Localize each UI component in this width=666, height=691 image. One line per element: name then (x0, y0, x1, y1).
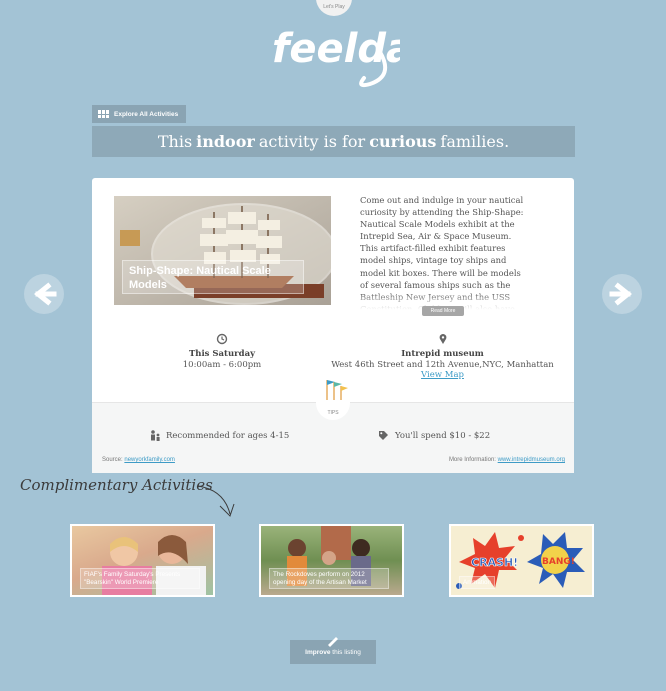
flags-icon (321, 378, 349, 402)
more-info-line: More Information: www.intrepidmuseum.org (449, 457, 565, 463)
activity-location: Intrepid museum West 46th Street and 12t… (325, 333, 560, 380)
lets-play-tab[interactable]: Let's Play (316, 0, 352, 16)
tip-age: Recommended for ages 4-15 (150, 430, 289, 442)
view-map-link[interactable]: View Map (421, 370, 464, 380)
logo-text: feelday (272, 26, 400, 72)
activity-time: This Saturday 10:00am - 6:00pm (170, 333, 274, 370)
tip-cost-text: You'll spend $10 - $22 (395, 430, 491, 441)
map-pin-icon (439, 334, 446, 344)
previous-activity-button[interactable] (24, 274, 64, 314)
activity-caption: FIAF's Family Saturday's Presents "Bears… (80, 568, 200, 589)
activity-title: Ship-Shape: Nautical Scale Models (122, 260, 304, 294)
next-activity-button[interactable] (602, 274, 642, 314)
improve-rest: this listing (332, 649, 361, 656)
tagline-audience: curious (369, 132, 437, 151)
activity-caption: The Rockdoves perform on 2012 opening da… (269, 568, 389, 589)
improve-bold: Improve (305, 649, 331, 656)
tagline-middle: activity is for (258, 132, 366, 151)
tagline-suffix: families. (440, 132, 510, 151)
tagline-prefix: This (157, 132, 193, 151)
complimentary-activity-card[interactable]: CRASH! BANG! Animation (449, 524, 594, 597)
feelday-logo[interactable]: feelday (268, 20, 440, 92)
location-address: West 46th Street and 12th Avenue,NYC, Ma… (331, 360, 554, 370)
tip-age-text: Recommended for ages 4-15 (166, 431, 290, 441)
family-icon (151, 430, 160, 441)
tip-cost: You'll spend $10 - $22 (378, 430, 490, 441)
complimentary-heading: Complimentary Activities (20, 462, 240, 522)
read-more-button[interactable]: Read More (422, 306, 464, 316)
price-tag-icon (379, 431, 388, 440)
explore-all-activities-button[interactable]: Explore All Activities (92, 105, 186, 123)
arrow-left-icon (33, 282, 57, 306)
activity-tagline: This indoor activity is for curious fami… (92, 126, 575, 157)
svg-text:BANG!: BANG! (542, 557, 575, 567)
complimentary-activity-card[interactable]: FIAF's Family Saturday's Presents "Bears… (70, 524, 215, 597)
activity-caption: Animation (459, 575, 496, 589)
tagline-activity-type: indoor (196, 132, 255, 151)
time-hours: 10:00am - 6:00pm (182, 360, 262, 370)
complimentary-heading-text: Complimentary Activities (20, 476, 213, 494)
complimentary-activity-card[interactable]: The Rockdoves perform on 2012 opening da… (259, 524, 404, 597)
clock-icon (216, 333, 228, 345)
arrow-right-icon (609, 282, 633, 306)
grid-icon (98, 110, 110, 118)
more-info-label: More Information: (448, 457, 496, 463)
location-title: Intrepid museum (401, 349, 484, 359)
time-title: This Saturday (188, 349, 256, 359)
pencil-icon (326, 634, 340, 647)
svg-text:CRASH!: CRASH! (471, 556, 518, 569)
explore-label: Explore All Activities (114, 110, 179, 118)
more-info-link[interactable]: www.intrepidmuseum.org (498, 457, 565, 463)
